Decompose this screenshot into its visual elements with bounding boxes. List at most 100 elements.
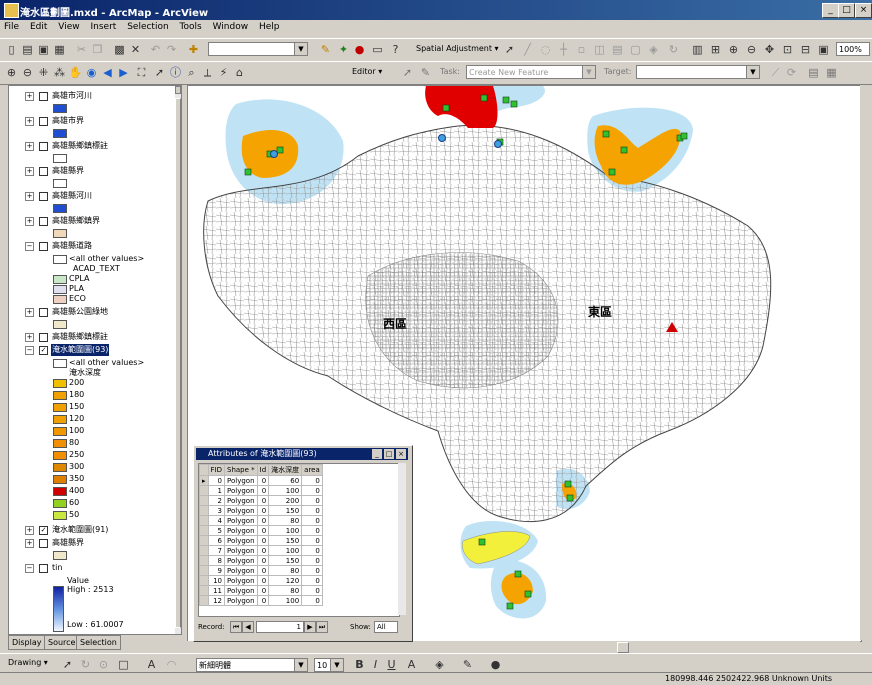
layer-name[interactable]: 高雄縣鄉鎮界	[51, 215, 101, 227]
view-link-table-icon[interactable]: ▤	[610, 42, 625, 57]
row-selector[interactable]	[199, 485, 209, 496]
maximize-button[interactable]: □	[838, 3, 855, 18]
column-header[interactable]: Id	[256, 464, 270, 476]
minimize-button[interactable]: _	[822, 3, 839, 18]
toc-layer-row[interactable]: + 高雄市界	[9, 115, 174, 127]
table-cell[interactable]: 8	[207, 555, 226, 566]
layer-visibility-checkbox[interactable]	[39, 167, 48, 176]
cut-icon[interactable]: ✂	[74, 42, 89, 57]
last-record-icon[interactable]: ⏭	[316, 621, 328, 633]
find-icon[interactable]: ⌕	[184, 65, 199, 80]
table-cell[interactable]: 11	[207, 585, 226, 596]
attributes-icon[interactable]: ▤	[806, 65, 821, 80]
table-cell[interactable]: 0	[256, 585, 270, 596]
layer-name[interactable]: 高雄縣界	[51, 165, 85, 177]
table-cell[interactable]: 0	[301, 595, 323, 606]
toc-layer-row[interactable]: + 高雄市河川	[9, 90, 174, 102]
row-selector[interactable]	[199, 495, 209, 506]
table-cell[interactable]: Polygon	[224, 505, 258, 516]
print-icon[interactable]: ▦	[52, 42, 67, 57]
table-cell[interactable]: 80	[268, 565, 303, 576]
table-cell[interactable]: 150	[268, 535, 303, 546]
table-cell[interactable]: 0	[301, 585, 323, 596]
layout-zoom-combo[interactable]: 100%	[836, 42, 870, 56]
zoom-out-layout-icon[interactable]: ⊖	[744, 42, 759, 57]
marker-color-icon[interactable]: ●	[488, 657, 503, 672]
zoom-selected-icon[interactable]: ⊙	[96, 657, 111, 672]
layer-name[interactable]: 高雄縣界	[51, 537, 85, 549]
table-cell[interactable]: 0	[301, 545, 323, 556]
table-cell[interactable]: 120	[268, 575, 303, 586]
table-cell[interactable]: 0	[256, 545, 270, 556]
table-cell[interactable]: 0	[301, 485, 323, 496]
text-tool-icon[interactable]: A	[144, 657, 159, 672]
identity-link-icon[interactable]: ▫	[574, 42, 589, 57]
table-cell[interactable]: Polygon	[224, 515, 258, 526]
layer-visibility-checkbox[interactable]: ✓	[39, 526, 48, 535]
table-cell[interactable]: 0	[256, 495, 270, 506]
drawing-menu[interactable]: Drawing ▾	[8, 658, 48, 667]
table-cell[interactable]: 0	[301, 575, 323, 586]
select-elements-icon[interactable]: ➚	[502, 42, 517, 57]
table-cell[interactable]: 200	[268, 495, 303, 506]
table-cell[interactable]: 3	[207, 505, 226, 516]
table-row[interactable]: 12 Polygon 0 100 0	[199, 595, 323, 606]
toc-layer-row[interactable]: − 高雄縣道路	[9, 240, 174, 252]
layer-visibility-checkbox[interactable]	[39, 242, 48, 251]
column-header[interactable]: area	[301, 464, 323, 476]
menu-view[interactable]: View	[54, 20, 83, 34]
expand-icon[interactable]: +	[25, 526, 34, 535]
table-cell[interactable]: 0	[301, 475, 323, 486]
toolbox-icon[interactable]: ✦	[336, 42, 351, 57]
table-cell[interactable]: 0	[256, 555, 270, 566]
expand-icon[interactable]: +	[25, 167, 34, 176]
back-extent-icon[interactable]: ◀	[100, 65, 115, 80]
delete-icon[interactable]: ✕	[128, 42, 143, 57]
attribute-grid[interactable]: FID Shape * Id 淹水深度 area ▸ 0 Polygon 0 60 0 1 Polyg…	[198, 463, 400, 617]
modify-link-icon[interactable]: ◌	[538, 42, 553, 57]
table-cell[interactable]: Polygon	[224, 565, 258, 576]
row-selector[interactable]	[199, 595, 209, 606]
table-cell[interactable]: Polygon	[224, 475, 258, 486]
table-row[interactable]: 9 Polygon 0 80 0	[199, 565, 323, 576]
full-extent-icon[interactable]: ◉	[84, 65, 99, 80]
toc-layer-row[interactable]: + 高雄縣公園綠地	[9, 306, 174, 318]
table-row[interactable]: 1 Polygon 0 100 0	[199, 485, 323, 496]
expand-icon[interactable]: +	[25, 192, 34, 201]
forward-extent-icon[interactable]: ▶	[116, 65, 131, 80]
layer-name[interactable]: 高雄縣道路	[51, 240, 93, 252]
tab-source[interactable]: Source	[44, 635, 80, 650]
menu-edit[interactable]: Edit	[26, 20, 51, 34]
table-cell[interactable]: 7	[207, 545, 226, 556]
tab-selection[interactable]: Selection	[76, 635, 121, 650]
font-combo[interactable]: 新細明體 ▼	[196, 658, 308, 672]
table-cell[interactable]: 150	[268, 555, 303, 566]
table-cell[interactable]: Polygon	[224, 555, 258, 566]
expand-icon[interactable]: −	[25, 564, 34, 573]
callout-icon[interactable]: ◠	[164, 657, 179, 672]
attr-scrollbar[interactable]	[398, 463, 406, 615]
split-tool-icon[interactable]: ⟋	[768, 65, 783, 80]
toc-layer-row[interactable]: + 高雄縣河川	[9, 190, 174, 202]
table-cell[interactable]: 60	[268, 475, 303, 486]
table-cell[interactable]: 0	[301, 555, 323, 566]
bold-button[interactable]: B	[352, 657, 367, 672]
table-row[interactable]: 7 Polygon 0 100 0	[199, 545, 323, 556]
table-cell[interactable]: 2	[207, 495, 226, 506]
table-row[interactable]: 5 Polygon 0 100 0	[199, 525, 323, 536]
fixed-zoom-out-icon[interactable]: ⊟	[798, 42, 813, 57]
layer-visibility-checkbox[interactable]	[39, 217, 48, 226]
row-selector[interactable]	[199, 545, 209, 556]
hyperlink-icon[interactable]: ⚡	[216, 65, 231, 80]
clear-links-icon[interactable]: ◈	[646, 42, 661, 57]
italic-button[interactable]: I	[368, 657, 383, 672]
new-icon[interactable]: ▯	[4, 42, 19, 57]
layer-name[interactable]: 高雄縣河川	[51, 190, 93, 202]
layer-visibility-checkbox[interactable]	[39, 539, 48, 548]
table-cell[interactable]: 100	[268, 595, 303, 606]
table-cell[interactable]: 0	[301, 565, 323, 576]
table-cell[interactable]: 0	[207, 475, 226, 486]
table-row[interactable]: 10 Polygon 0 120 0	[199, 575, 323, 586]
table-cell[interactable]: Polygon	[224, 595, 258, 606]
toc-layer-row[interactable]: + 高雄縣鄉鎮標註	[9, 331, 174, 343]
